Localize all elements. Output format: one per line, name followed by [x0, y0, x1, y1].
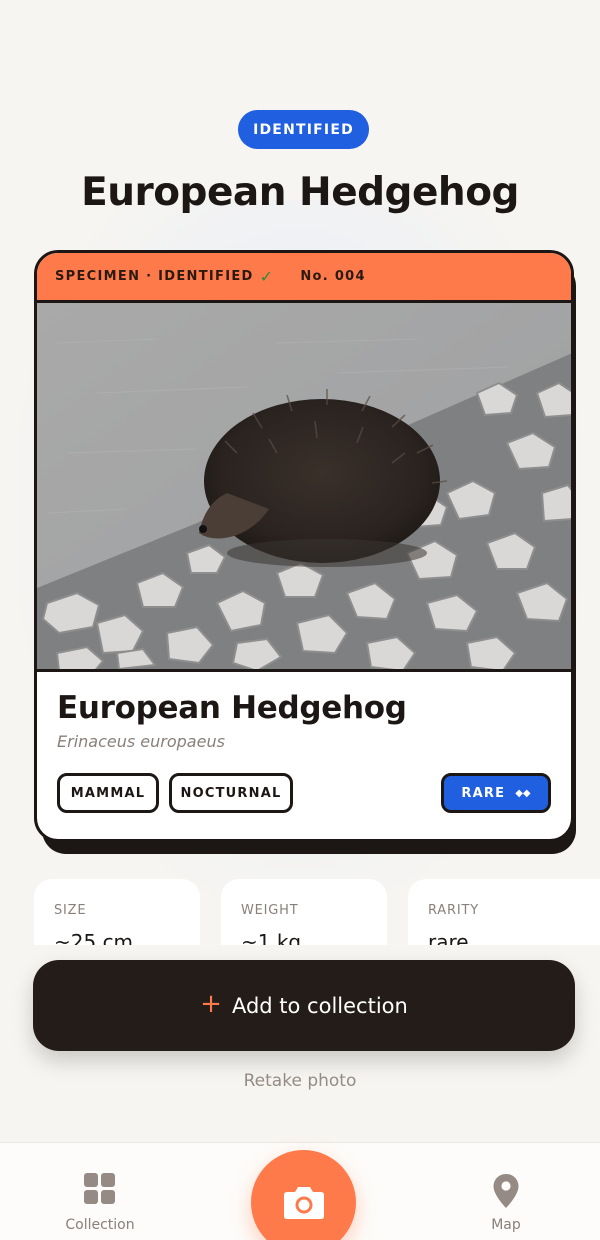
stat-label: RARITY [428, 903, 479, 918]
stat-label: WEIGHT [241, 903, 299, 918]
map-pin-icon [493, 1174, 519, 1208]
nav-collection-label: Collection [65, 1217, 135, 1233]
hedgehog-photo [37, 303, 571, 669]
camera-icon [284, 1187, 324, 1219]
plus-icon: + [200, 989, 222, 1019]
tag-row: MAMMAL NOCTURNAL RARE ◆◆ [57, 773, 551, 815]
card-body: European Hedgehog Erinaceus europaeus MA… [37, 672, 571, 815]
tag-mammal[interactable]: MAMMAL [57, 773, 159, 813]
identified-badge: IDENTIFIED [238, 110, 369, 149]
retake-photo-link[interactable]: Retake photo [0, 1071, 600, 1091]
tag-rare[interactable]: RARE ◆◆ [441, 773, 551, 813]
diamond-icon: ◆◆ [515, 787, 531, 799]
specimen-number: No. 004 [300, 269, 366, 284]
add-to-collection-label: Add to collection [231, 993, 408, 1018]
tag-nocturnal[interactable]: NOCTURNAL [169, 773, 293, 813]
grid-icon [84, 1173, 116, 1205]
nav-map-label: Map [491, 1217, 521, 1233]
rare-label: RARE [461, 785, 506, 801]
specimen-card: SPECIMEN · IDENTIFIED ✓ No. 004 European… [34, 250, 574, 842]
stat-label: SIZE [54, 903, 87, 918]
card-header-label: SPECIMEN · IDENTIFIED [55, 269, 254, 284]
card-header: SPECIMEN · IDENTIFIED ✓ No. 004 [37, 253, 571, 303]
check-icon: ✓ [259, 267, 275, 286]
add-to-collection-button[interactable]: + Add to collection [33, 960, 575, 1051]
scientific-name: Erinaceus europaeus [57, 732, 225, 751]
specimen-photo [37, 303, 571, 672]
specimen-screen: IDENTIFIED European Hedgehog SPECIMEN · … [0, 0, 600, 1240]
page-title: European Hedgehog [81, 170, 519, 215]
common-name: European Hedgehog [57, 690, 407, 726]
